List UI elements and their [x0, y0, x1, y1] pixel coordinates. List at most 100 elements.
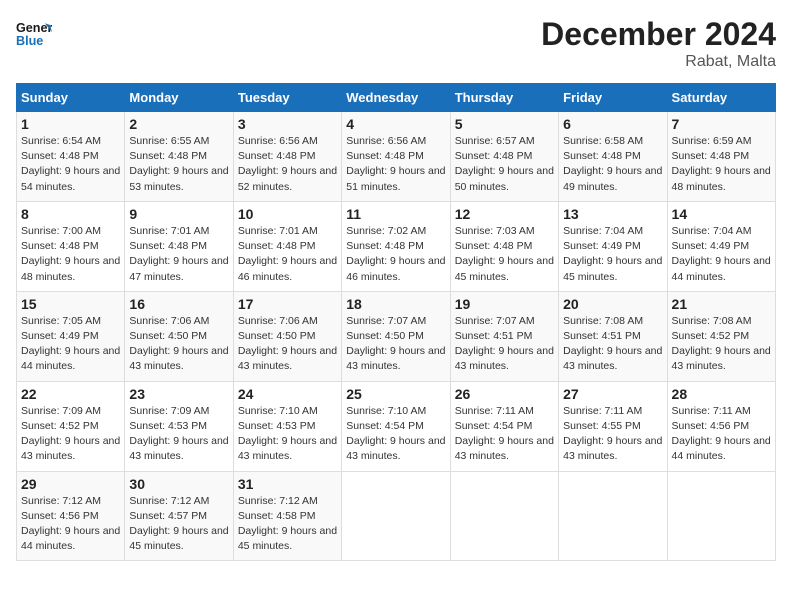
- calendar-cell: 30 Sunrise: 7:12 AMSunset: 4:57 PMDaylig…: [125, 471, 233, 561]
- day-detail: Sunrise: 7:12 AMSunset: 4:56 PMDaylight:…: [21, 495, 120, 553]
- calendar-cell: 28 Sunrise: 7:11 AMSunset: 4:56 PMDaylig…: [667, 381, 775, 471]
- calendar-cell: 5 Sunrise: 6:57 AMSunset: 4:48 PMDayligh…: [450, 112, 558, 202]
- day-detail: Sunrise: 7:01 AMSunset: 4:48 PMDaylight:…: [238, 225, 337, 283]
- calendar-cell: [450, 471, 558, 561]
- calendar-cell: 31 Sunrise: 7:12 AMSunset: 4:58 PMDaylig…: [233, 471, 341, 561]
- day-number: 15: [21, 296, 120, 312]
- logo: General Blue: [16, 16, 52, 52]
- calendar-cell: 10 Sunrise: 7:01 AMSunset: 4:48 PMDaylig…: [233, 201, 341, 291]
- calendar-cell: 24 Sunrise: 7:10 AMSunset: 4:53 PMDaylig…: [233, 381, 341, 471]
- svg-text:Blue: Blue: [16, 34, 43, 48]
- calendar-cell: 4 Sunrise: 6:56 AMSunset: 4:48 PMDayligh…: [342, 112, 450, 202]
- col-monday: Monday: [125, 84, 233, 112]
- day-detail: Sunrise: 7:10 AMSunset: 4:53 PMDaylight:…: [238, 405, 337, 463]
- col-tuesday: Tuesday: [233, 84, 341, 112]
- day-detail: Sunrise: 7:09 AMSunset: 4:53 PMDaylight:…: [129, 405, 228, 463]
- day-detail: Sunrise: 7:04 AMSunset: 4:49 PMDaylight:…: [563, 225, 662, 283]
- title-area: December 2024 Rabat, Malta: [541, 16, 776, 71]
- day-number: 4: [346, 116, 445, 132]
- day-detail: Sunrise: 6:56 AMSunset: 4:48 PMDaylight:…: [238, 135, 337, 193]
- day-number: 28: [672, 386, 771, 402]
- calendar-cell: 18 Sunrise: 7:07 AMSunset: 4:50 PMDaylig…: [342, 291, 450, 381]
- day-number: 29: [21, 476, 120, 492]
- day-detail: Sunrise: 7:11 AMSunset: 4:56 PMDaylight:…: [672, 405, 771, 463]
- day-detail: Sunrise: 6:54 AMSunset: 4:48 PMDaylight:…: [21, 135, 120, 193]
- day-detail: Sunrise: 7:06 AMSunset: 4:50 PMDaylight:…: [129, 315, 228, 373]
- calendar-cell: [559, 471, 667, 561]
- day-number: 18: [346, 296, 445, 312]
- calendar-cell: 17 Sunrise: 7:06 AMSunset: 4:50 PMDaylig…: [233, 291, 341, 381]
- col-sunday: Sunday: [17, 84, 125, 112]
- location: Rabat, Malta: [541, 53, 776, 71]
- day-number: 23: [129, 386, 228, 402]
- day-number: 21: [672, 296, 771, 312]
- day-detail: Sunrise: 6:58 AMSunset: 4:48 PMDaylight:…: [563, 135, 662, 193]
- calendar-cell: 7 Sunrise: 6:59 AMSunset: 4:48 PMDayligh…: [667, 112, 775, 202]
- day-number: 1: [21, 116, 120, 132]
- day-detail: Sunrise: 7:01 AMSunset: 4:48 PMDaylight:…: [129, 225, 228, 283]
- calendar-cell: 23 Sunrise: 7:09 AMSunset: 4:53 PMDaylig…: [125, 381, 233, 471]
- day-number: 9: [129, 206, 228, 222]
- day-detail: Sunrise: 7:08 AMSunset: 4:51 PMDaylight:…: [563, 315, 662, 373]
- calendar-cell: 20 Sunrise: 7:08 AMSunset: 4:51 PMDaylig…: [559, 291, 667, 381]
- day-number: 24: [238, 386, 337, 402]
- page-header: General Blue December 2024 Rabat, Malta: [16, 16, 776, 71]
- day-detail: Sunrise: 7:07 AMSunset: 4:51 PMDaylight:…: [455, 315, 554, 373]
- calendar-cell: 9 Sunrise: 7:01 AMSunset: 4:48 PMDayligh…: [125, 201, 233, 291]
- calendar-cell: 8 Sunrise: 7:00 AMSunset: 4:48 PMDayligh…: [17, 201, 125, 291]
- day-detail: Sunrise: 7:05 AMSunset: 4:49 PMDaylight:…: [21, 315, 120, 373]
- day-detail: Sunrise: 6:57 AMSunset: 4:48 PMDaylight:…: [455, 135, 554, 193]
- day-number: 7: [672, 116, 771, 132]
- day-number: 27: [563, 386, 662, 402]
- day-number: 16: [129, 296, 228, 312]
- day-number: 2: [129, 116, 228, 132]
- day-detail: Sunrise: 7:07 AMSunset: 4:50 PMDaylight:…: [346, 315, 445, 373]
- calendar-table: Sunday Monday Tuesday Wednesday Thursday…: [16, 83, 776, 561]
- calendar-cell: 13 Sunrise: 7:04 AMSunset: 4:49 PMDaylig…: [559, 201, 667, 291]
- day-number: 22: [21, 386, 120, 402]
- calendar-cell: 14 Sunrise: 7:04 AMSunset: 4:49 PMDaylig…: [667, 201, 775, 291]
- calendar-cell: 22 Sunrise: 7:09 AMSunset: 4:52 PMDaylig…: [17, 381, 125, 471]
- day-number: 31: [238, 476, 337, 492]
- day-detail: Sunrise: 7:08 AMSunset: 4:52 PMDaylight:…: [672, 315, 771, 373]
- day-number: 6: [563, 116, 662, 132]
- day-number: 13: [563, 206, 662, 222]
- calendar-week-5: 29 Sunrise: 7:12 AMSunset: 4:56 PMDaylig…: [17, 471, 776, 561]
- day-number: 12: [455, 206, 554, 222]
- calendar-week-2: 8 Sunrise: 7:00 AMSunset: 4:48 PMDayligh…: [17, 201, 776, 291]
- day-detail: Sunrise: 7:11 AMSunset: 4:54 PMDaylight:…: [455, 405, 554, 463]
- calendar-cell: 26 Sunrise: 7:11 AMSunset: 4:54 PMDaylig…: [450, 381, 558, 471]
- day-number: 20: [563, 296, 662, 312]
- day-number: 10: [238, 206, 337, 222]
- calendar-cell: 16 Sunrise: 7:06 AMSunset: 4:50 PMDaylig…: [125, 291, 233, 381]
- col-wednesday: Wednesday: [342, 84, 450, 112]
- day-number: 19: [455, 296, 554, 312]
- day-detail: Sunrise: 7:09 AMSunset: 4:52 PMDaylight:…: [21, 405, 120, 463]
- day-detail: Sunrise: 7:02 AMSunset: 4:48 PMDaylight:…: [346, 225, 445, 283]
- day-detail: Sunrise: 7:03 AMSunset: 4:48 PMDaylight:…: [455, 225, 554, 283]
- calendar-cell: 29 Sunrise: 7:12 AMSunset: 4:56 PMDaylig…: [17, 471, 125, 561]
- day-number: 30: [129, 476, 228, 492]
- col-saturday: Saturday: [667, 84, 775, 112]
- calendar-cell: 12 Sunrise: 7:03 AMSunset: 4:48 PMDaylig…: [450, 201, 558, 291]
- calendar-cell: 19 Sunrise: 7:07 AMSunset: 4:51 PMDaylig…: [450, 291, 558, 381]
- calendar-cell: 21 Sunrise: 7:08 AMSunset: 4:52 PMDaylig…: [667, 291, 775, 381]
- day-detail: Sunrise: 6:55 AMSunset: 4:48 PMDaylight:…: [129, 135, 228, 193]
- day-detail: Sunrise: 7:12 AMSunset: 4:57 PMDaylight:…: [129, 495, 228, 553]
- day-detail: Sunrise: 7:12 AMSunset: 4:58 PMDaylight:…: [238, 495, 337, 553]
- day-number: 5: [455, 116, 554, 132]
- calendar-cell: 3 Sunrise: 6:56 AMSunset: 4:48 PMDayligh…: [233, 112, 341, 202]
- logo-icon: General Blue: [16, 16, 52, 52]
- calendar-week-4: 22 Sunrise: 7:09 AMSunset: 4:52 PMDaylig…: [17, 381, 776, 471]
- day-number: 8: [21, 206, 120, 222]
- calendar-cell: 27 Sunrise: 7:11 AMSunset: 4:55 PMDaylig…: [559, 381, 667, 471]
- day-detail: Sunrise: 6:59 AMSunset: 4:48 PMDaylight:…: [672, 135, 771, 193]
- calendar-cell: 6 Sunrise: 6:58 AMSunset: 4:48 PMDayligh…: [559, 112, 667, 202]
- calendar-cell: [342, 471, 450, 561]
- day-number: 26: [455, 386, 554, 402]
- day-number: 14: [672, 206, 771, 222]
- header-row: Sunday Monday Tuesday Wednesday Thursday…: [17, 84, 776, 112]
- calendar-cell: [667, 471, 775, 561]
- calendar-cell: 2 Sunrise: 6:55 AMSunset: 4:48 PMDayligh…: [125, 112, 233, 202]
- day-detail: Sunrise: 7:00 AMSunset: 4:48 PMDaylight:…: [21, 225, 120, 283]
